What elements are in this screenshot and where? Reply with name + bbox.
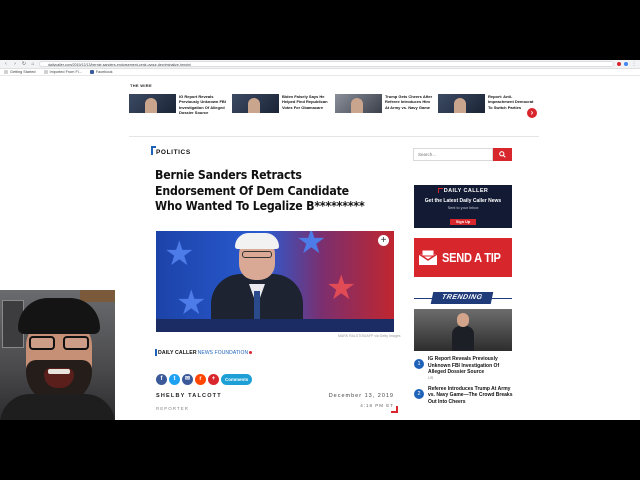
person-glasses <box>29 336 89 350</box>
newsletter-subtitle: Sent to your Inbox <box>447 206 479 210</box>
signup-button[interactable]: Sign Up <box>449 219 477 225</box>
bookmark-label: Imported From Fi... <box>49 70 82 74</box>
logo-bracket-icon <box>437 188 443 193</box>
newsletter-title: Get the Latest Daily Caller News <box>424 198 502 204</box>
star-decoration-icon: ★ <box>326 269 357 307</box>
bookmark-getting-started[interactable]: Getting Started <box>4 70 36 74</box>
wire-item-title[interactable]: Trump Gets Cheers After Referee Introduc… <box>385 94 435 116</box>
facebook-icon[interactable]: f <box>156 374 167 385</box>
newsletter-logo: DAILY CALLER <box>414 188 512 194</box>
person-head <box>457 313 469 327</box>
email-icon[interactable]: ✉ <box>182 374 193 385</box>
foundation-logo: DAILY CALLER NEWS FOUNDATION <box>155 349 253 356</box>
comments-button[interactable]: Comments <box>221 374 253 385</box>
article-time: 4:18 PM ET <box>360 403 394 408</box>
background-frame <box>80 290 115 302</box>
trending-meta: US <box>428 375 434 380</box>
trending-title[interactable]: IG Report Reveals Previously Unknown FBI… <box>428 356 514 376</box>
extension-icon[interactable] <box>617 62 621 66</box>
wire-label: THE WIRE <box>130 83 152 88</box>
newsletter-logo-text: DAILY CALLER <box>443 188 489 194</box>
glasses-lens <box>29 336 55 350</box>
newsletter-box: DAILY CALLER Get the Latest Daily Caller… <box>414 185 512 228</box>
back-icon[interactable]: ‹ <box>3 61 9 67</box>
bookmark-imported[interactable]: Imported From Fi... <box>43 70 82 74</box>
share-row: f t ✉ r + Comments <box>156 374 253 385</box>
person-teeth <box>48 369 70 374</box>
star-decoration-icon: ★ <box>296 231 327 261</box>
wire-item[interactable]: Biden Falsely Says He Helped Find Republ… <box>232 94 332 116</box>
bookmark-label: Getting Started <box>10 70 36 74</box>
wire-item[interactable]: Trump Gets Cheers After Referee Introduc… <box>335 94 435 116</box>
wire-thumbnail[interactable] <box>335 94 382 113</box>
bookmarks-bar: Getting Started Imported From Fi... Face… <box>0 69 640 76</box>
twitter-icon[interactable]: t <box>169 374 180 385</box>
hero-hair <box>235 233 279 249</box>
star-decoration-icon: ★ <box>164 235 195 273</box>
forward-icon[interactable]: › <box>12 61 18 67</box>
foundation-mark-icon <box>155 349 157 356</box>
search-icon <box>499 151 506 158</box>
send-tip-label[interactable]: SEND A TIP <box>442 250 501 265</box>
foundation-dot-icon <box>249 351 253 354</box>
wire-item-title[interactable]: IG Report Reveals Previously Unknown FBI… <box>179 94 229 116</box>
trending-item[interactable]: 2 Referee Introduces Trump At Army vs. N… <box>414 386 514 406</box>
article-date: December 13, 2019 <box>328 393 394 399</box>
search-button[interactable] <box>493 148 512 161</box>
category-label[interactable]: POLITICS <box>156 149 191 156</box>
trending-photo-person <box>452 313 474 351</box>
hero-desk <box>156 319 394 332</box>
wire-thumbnail[interactable] <box>129 94 176 113</box>
wire-thumbnail[interactable] <box>438 94 485 113</box>
bookmark-favicon-icon <box>43 70 48 74</box>
browser-toolbar: ‹ › ↻ ⌂ dailycaller.com/2019/12/13/berni… <box>0 60 640 69</box>
extension-icon[interactable] <box>624 62 628 66</box>
wire-thumbnail[interactable] <box>232 94 279 113</box>
facebook-favicon-icon <box>89 70 94 74</box>
person-beanie <box>18 298 100 334</box>
photo-credit: MARK RALSTON/AFP via Getty Images <box>338 334 401 338</box>
wire-item[interactable]: Report: Anti-Impeachment Democrat To Swi… <box>438 94 538 116</box>
browser-window: ‹ › ↻ ⌂ dailycaller.com/2019/12/13/berni… <box>0 60 640 420</box>
bookmark-label: Facebook <box>95 70 113 74</box>
wire-item-title[interactable]: Biden Falsely Says He Helped Find Republ… <box>282 94 332 116</box>
envelope-icon <box>414 238 442 277</box>
corner-mark-icon <box>391 406 398 413</box>
home-icon[interactable]: ⌂ <box>30 61 36 67</box>
foundation-name: DAILY CALLER <box>158 349 197 356</box>
wire-item[interactable]: IG Report Reveals Previously Unknown FBI… <box>129 94 229 116</box>
menu-icon[interactable]: ⋮ <box>631 61 637 67</box>
trending-item[interactable]: 1 IG Report Reveals Previously Unknown F… <box>414 356 514 380</box>
trending-title[interactable]: Referee Introduces Trump At Army vs. Nav… <box>428 386 514 406</box>
more-icon[interactable]: + <box>208 374 219 385</box>
wire-strip: IG Report Reveals Previously Unknown FBI… <box>129 94 539 116</box>
person-suit <box>452 326 474 351</box>
trending-rank: 1 <box>414 359 424 369</box>
article-headline: Bernie Sanders Retracts Endorsement Of D… <box>155 167 365 213</box>
webcam-overlay <box>0 290 115 420</box>
author-name[interactable]: SHELBY TALCOTT <box>156 393 222 399</box>
trending-rank: 2 <box>414 388 424 399</box>
trending-list: 1 IG Report Reveals Previously Unknown F… <box>414 356 514 412</box>
person-hoodie <box>0 394 115 420</box>
reddit-icon[interactable]: r <box>195 374 206 385</box>
reload-icon[interactable]: ↻ <box>21 61 27 67</box>
bookmark-favicon-icon <box>4 70 8 74</box>
trending-photo[interactable] <box>414 309 512 351</box>
send-tip-banner[interactable]: SEND A TIP <box>414 238 512 277</box>
wire-next-button[interactable]: › <box>527 108 537 118</box>
star-decoration-icon: ★ <box>176 284 207 322</box>
foundation-sub: NEWS FOUNDATION <box>197 349 249 356</box>
hero-image: ★ ★ ★ ★ + <box>156 231 394 332</box>
expand-image-icon[interactable]: + <box>378 235 389 246</box>
hero-glasses <box>242 251 272 258</box>
divider <box>129 136 539 137</box>
author-role: REPORTER <box>156 406 189 411</box>
search-input[interactable] <box>413 148 493 161</box>
trending-label: TRENDING <box>430 292 494 304</box>
address-bar[interactable]: dailycaller.com/2019/12/13/bernie-sander… <box>39 61 614 67</box>
bookmark-facebook[interactable]: Facebook <box>89 70 113 74</box>
glasses-lens <box>63 336 89 350</box>
